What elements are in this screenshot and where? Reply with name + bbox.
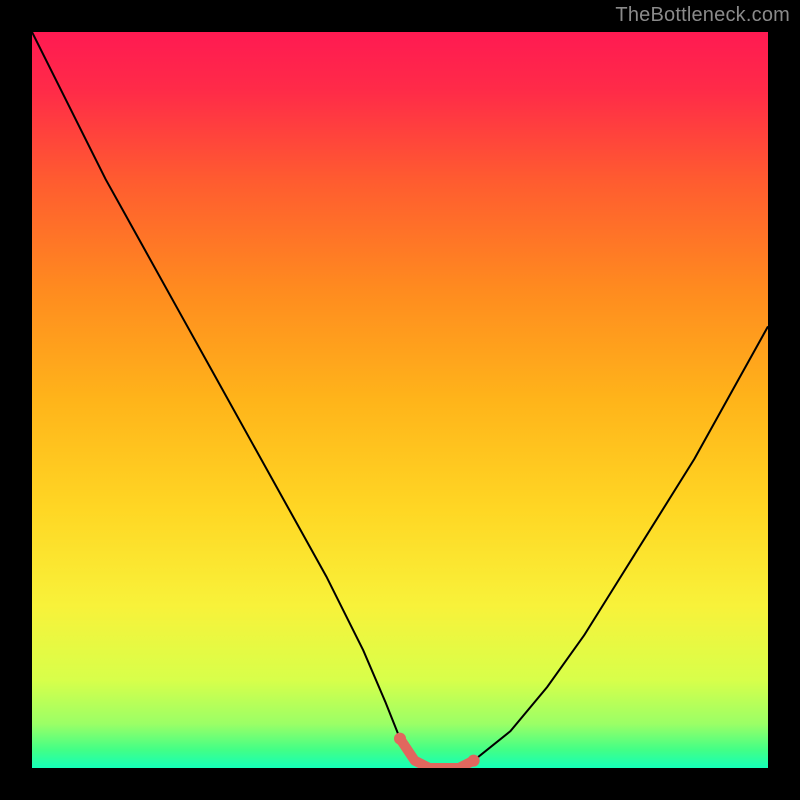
- watermark-text: TheBottleneck.com: [615, 4, 790, 27]
- trough-end-dot: [394, 733, 406, 745]
- plot-area: [32, 32, 768, 768]
- gradient-background: [32, 32, 768, 768]
- trough-end-dot: [468, 755, 480, 767]
- chart-frame: TheBottleneck.com: [0, 0, 800, 800]
- plot-svg: [32, 32, 768, 768]
